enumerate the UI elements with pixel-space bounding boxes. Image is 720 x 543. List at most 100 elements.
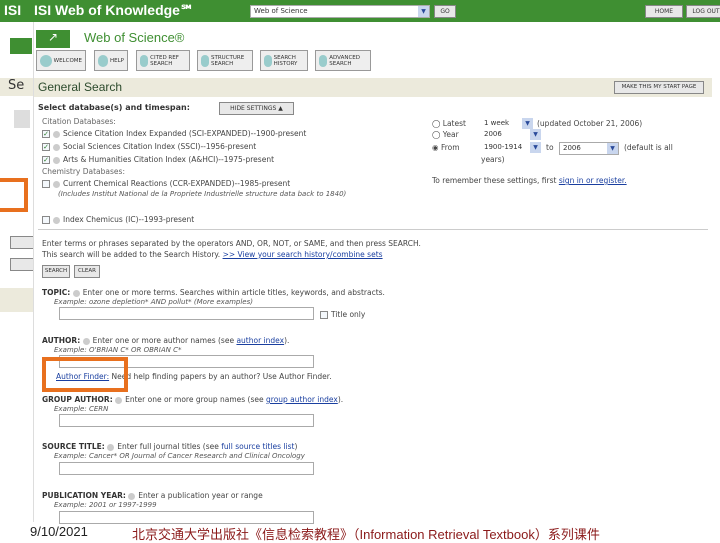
- to-label: to: [546, 143, 554, 152]
- citation-heading: Citation Databases:: [42, 117, 116, 126]
- info-icon: [72, 289, 80, 297]
- db-label: Science Citation Index Expanded (SCI-EXP…: [63, 129, 307, 138]
- source-label: SOURCE TITLE:: [42, 442, 105, 451]
- info-icon: [53, 216, 60, 224]
- to-select[interactable]: 2006 ▼: [559, 142, 619, 155]
- search-history-button[interactable]: SEARCH HISTORY: [260, 50, 308, 71]
- structure-icon: [201, 54, 209, 67]
- group-example: Example: CERN: [54, 405, 109, 413]
- go-button[interactable]: GO: [434, 5, 456, 18]
- slide-caption: 北京交通大学出版社《信息检索教程》（Information Retrieval …: [132, 527, 600, 542]
- start-page-button[interactable]: MAKE THIS MY START PAGE: [614, 81, 704, 94]
- history-link[interactable]: >> View your search history/combine sets: [223, 250, 383, 259]
- checkbox[interactable]: [42, 216, 50, 224]
- structure-search-button[interactable]: STRUCTURE SEARCH: [197, 50, 253, 71]
- database-select[interactable]: Web of Science ▼: [250, 5, 430, 18]
- from-value: 1900-1914: [484, 143, 523, 151]
- timespan-year[interactable]: ◯ Year: [432, 130, 459, 139]
- default-note-2: years): [481, 155, 505, 164]
- chevron-down-icon: ▼: [522, 118, 533, 129]
- author-index-link[interactable]: author index: [236, 336, 284, 345]
- clear-button[interactable]: CLEAR: [74, 265, 100, 278]
- db-ccr[interactable]: Current Chemical Reactions (CCR-EXPANDED…: [42, 179, 290, 188]
- info-icon: [53, 130, 60, 138]
- wos-page: ↗ Web of Science® WELCOME HELP CITED REF…: [33, 22, 713, 524]
- history-label: SEARCH HISTORY: [273, 54, 298, 67]
- pubyear-example: Example: 2001 or 1997-1999: [54, 501, 157, 509]
- group-input[interactable]: [59, 414, 314, 427]
- advanced-search-button[interactable]: ADVANCED SEARCH: [315, 50, 371, 71]
- search-instructions: Enter terms or phrases separated by the …: [42, 239, 421, 248]
- top-header: ISI ISI Web of Knowledge℠ Web of Science…: [0, 0, 720, 22]
- general-search-bar: General Search MAKE THIS MY START PAGE: [34, 78, 712, 97]
- divider: [38, 229, 708, 230]
- hide-settings-button[interactable]: HIDE SETTINGS ▲: [219, 102, 294, 115]
- cited-ref-label: CITED REF SEARCH: [150, 54, 179, 67]
- home-button[interactable]: HOME: [645, 5, 683, 18]
- from-select[interactable]: 1900-1914 ▼: [481, 142, 541, 155]
- checkbox[interactable]: [42, 180, 50, 188]
- title-only[interactable]: Title only: [320, 310, 365, 319]
- source-input[interactable]: [59, 462, 314, 475]
- back-button[interactable]: [10, 236, 34, 249]
- advanced-icon: [319, 54, 328, 67]
- home-icon: [40, 54, 52, 67]
- chevron-down-icon: ▼: [418, 6, 429, 17]
- timespan-latest[interactable]: ◯ Latest: [432, 119, 466, 128]
- checkbox-checked[interactable]: ✓: [42, 156, 50, 164]
- sign-in-link[interactable]: sign in or register.: [559, 176, 627, 185]
- structure-label: STRUCTURE SEARCH: [210, 54, 245, 67]
- group-index-link[interactable]: group author index: [266, 395, 338, 404]
- checkbox-checked[interactable]: ✓: [42, 143, 50, 151]
- info-icon: [82, 337, 90, 345]
- author-label: AUTHOR:: [42, 336, 81, 345]
- advanced-label: ADVANCED SEARCH: [329, 54, 361, 67]
- logout-button[interactable]: LOG OUT: [686, 5, 720, 18]
- db-sci[interactable]: ✓ Science Citation Index Expanded (SCI-EX…: [42, 129, 306, 138]
- updated-note: (updated October 21, 2006): [537, 119, 643, 128]
- db-label: Social Sciences Citation Index (SSCI)--1…: [63, 142, 257, 151]
- topic-desc: Enter one or more terms. Searches within…: [82, 288, 385, 297]
- default-note: (default is all: [624, 143, 673, 152]
- welcome-button[interactable]: WELCOME: [36, 50, 86, 71]
- highlight-box: [42, 357, 128, 392]
- author-desc: Enter one or more author names (see: [92, 336, 235, 345]
- slide-date: 9/10/2021: [30, 524, 88, 539]
- checkbox-checked[interactable]: ✓: [42, 130, 50, 138]
- magnifier-icon: [140, 54, 149, 67]
- search-icon: [14, 110, 30, 128]
- instructions-text: This search will be added to the Search …: [42, 250, 221, 259]
- group-desc: Enter one or more group names (see: [125, 395, 264, 404]
- help-button[interactable]: HELP: [94, 50, 128, 71]
- slide-footer: 9/10/2021 北京交通大学出版社《信息检索教程》（Information …: [0, 524, 720, 542]
- source-list-link[interactable]: full source titles list: [221, 442, 294, 451]
- history-icon: [264, 54, 272, 67]
- pubyear-input[interactable]: [59, 511, 314, 524]
- back-title: Se: [0, 78, 36, 96]
- latest-value: 1 week: [484, 119, 510, 127]
- topic-row: TOPIC: Enter one or more terms. Searches…: [42, 288, 385, 297]
- to-value: 2006: [563, 144, 581, 152]
- search-button[interactable]: SEARCH: [42, 265, 70, 278]
- topic-input[interactable]: [59, 307, 314, 320]
- ccr-note: (Includes Institut National de la Propri…: [58, 190, 347, 198]
- chevron-down-icon: ▼: [530, 129, 541, 140]
- cited-ref-search-button[interactable]: CITED REF SEARCH: [136, 50, 190, 71]
- db-ahci[interactable]: ✓ Arts & Humanities Citation Index (A&HCI…: [42, 155, 274, 164]
- timespan-from[interactable]: ◉ From: [432, 143, 460, 152]
- checkbox[interactable]: [320, 311, 328, 319]
- author-example: Example: O'BRIAN C* OR OBRIAN C*: [54, 346, 182, 354]
- wos-title: Web of Science®: [84, 30, 185, 45]
- wos-logo-icon: ↗: [36, 30, 70, 48]
- database-heading: Select database(s) and timespan:: [38, 103, 190, 112]
- db-ic[interactable]: Index Chemicus (IC)--1993-present: [42, 215, 194, 224]
- back-button-2[interactable]: [10, 258, 34, 271]
- db-ssci[interactable]: ✓ Social Sciences Citation Index (SSCI)--…: [42, 142, 256, 151]
- title-only-label: Title only: [331, 310, 366, 319]
- year-select[interactable]: 2006 ▼: [481, 129, 541, 142]
- help-icon: [98, 54, 108, 67]
- year-label: Year: [442, 130, 459, 139]
- info-icon: [128, 492, 136, 500]
- source-desc: Enter full journal titles (see: [117, 442, 219, 451]
- highlight-box-back: [0, 178, 28, 212]
